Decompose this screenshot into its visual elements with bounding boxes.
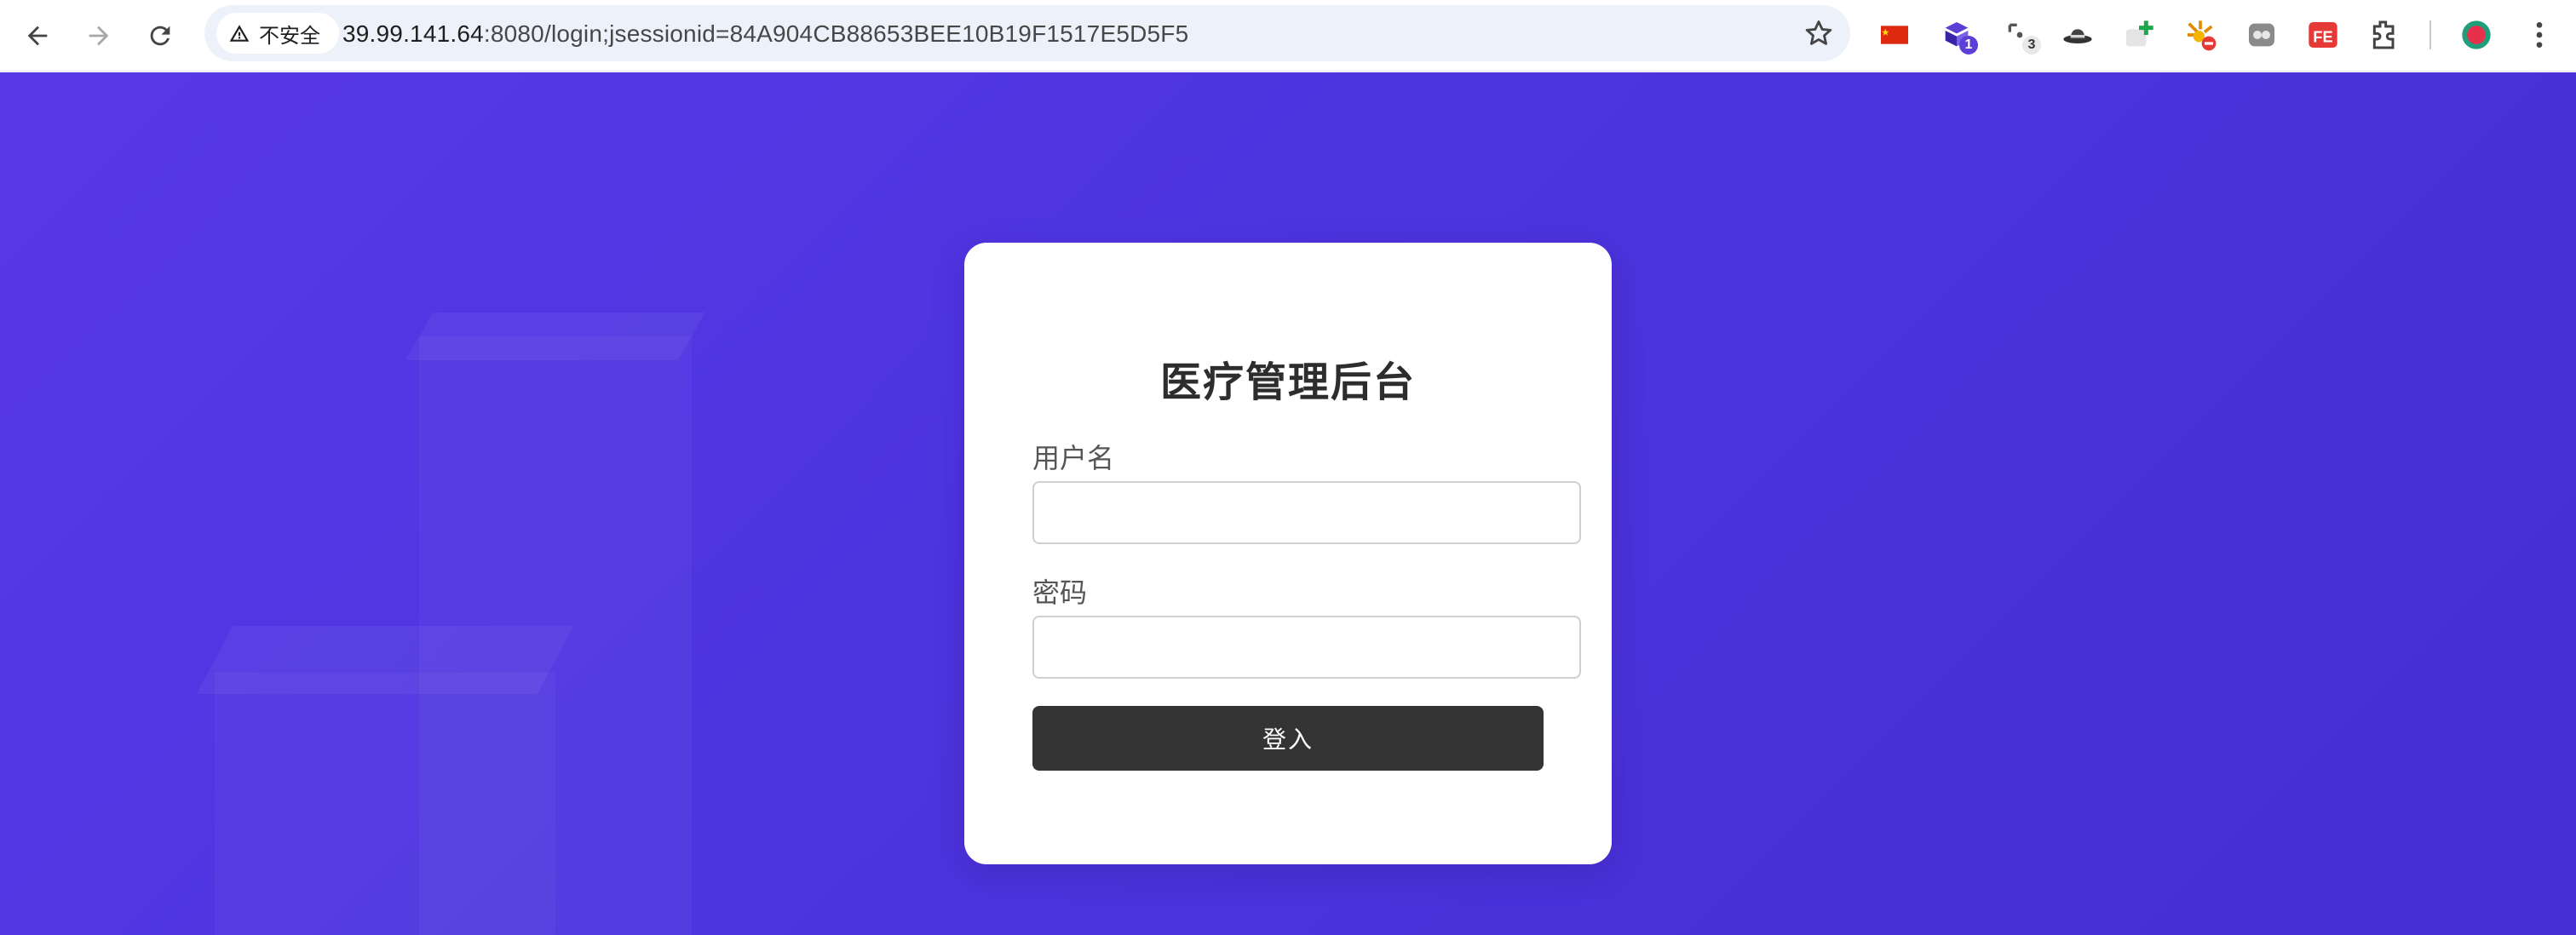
url-path: :8080/login;jsessionid=84A904CB88653BEE1…: [483, 20, 1189, 47]
purple-cube-icon[interactable]: 1: [1935, 14, 1978, 56]
reload-button[interactable]: [136, 12, 184, 60]
browser-toolbar: 不安全 39.99.141.64:8080/login;jsessionid=8…: [0, 0, 2576, 72]
ext-badge-count: 3: [2022, 36, 2041, 54]
url-text[interactable]: 39.99.141.64:8080/login;jsessionid=84A90…: [342, 20, 1188, 48]
toolbar-divider: [2429, 20, 2431, 49]
extensions-puzzle-icon[interactable]: [2363, 14, 2406, 56]
arrow-right-icon: [89, 26, 109, 46]
reload-icon: [150, 26, 170, 46]
bookmark-star-icon[interactable]: [1803, 17, 1835, 49]
hat-icon[interactable]: [2056, 14, 2099, 56]
ext-badge-count: 1: [1959, 36, 1978, 54]
security-chip[interactable]: 不安全: [216, 13, 339, 54]
password-input[interactable]: [1032, 616, 1581, 679]
decorative-block-top: [196, 626, 574, 694]
arrow-left-icon: [27, 26, 48, 46]
url-host: 39.99.141.64: [342, 20, 484, 47]
decorative-block-top: [405, 313, 706, 360]
fe-helper-icon[interactable]: FE: [2302, 14, 2344, 56]
password-label: 密码: [1032, 577, 1088, 608]
menu-kebab-icon[interactable]: [2518, 14, 2561, 56]
back-button[interactable]: [14, 12, 61, 60]
svg-text:FE: FE: [2313, 27, 2332, 45]
login-button[interactable]: 登入: [1032, 706, 1544, 771]
address-bar[interactable]: 不安全 39.99.141.64:8080/login;jsessionid=8…: [204, 5, 1850, 61]
decorative-block: [215, 673, 555, 935]
add-icon[interactable]: [2118, 14, 2160, 56]
tabs-icon[interactable]: 3: [1998, 14, 2041, 56]
security-label: 不安全: [259, 24, 320, 48]
login-title: 医疗管理后台: [1159, 360, 1416, 405]
spark-icon[interactable]: [2179, 14, 2222, 56]
profile-avatar-icon[interactable]: [2455, 14, 2498, 56]
username-input[interactable]: [1032, 481, 1581, 544]
theme-icon[interactable]: [2240, 14, 2283, 56]
login-card: 医疗管理后台 用户名 密码 登入: [964, 243, 1612, 864]
username-label: 用户名: [1032, 443, 1115, 473]
login-page-background: 医疗管理后台 用户名 密码 登入: [0, 72, 2576, 935]
china-flag-icon[interactable]: [1873, 14, 1916, 56]
forward-button[interactable]: [75, 12, 123, 60]
warning-icon: [229, 25, 250, 42]
